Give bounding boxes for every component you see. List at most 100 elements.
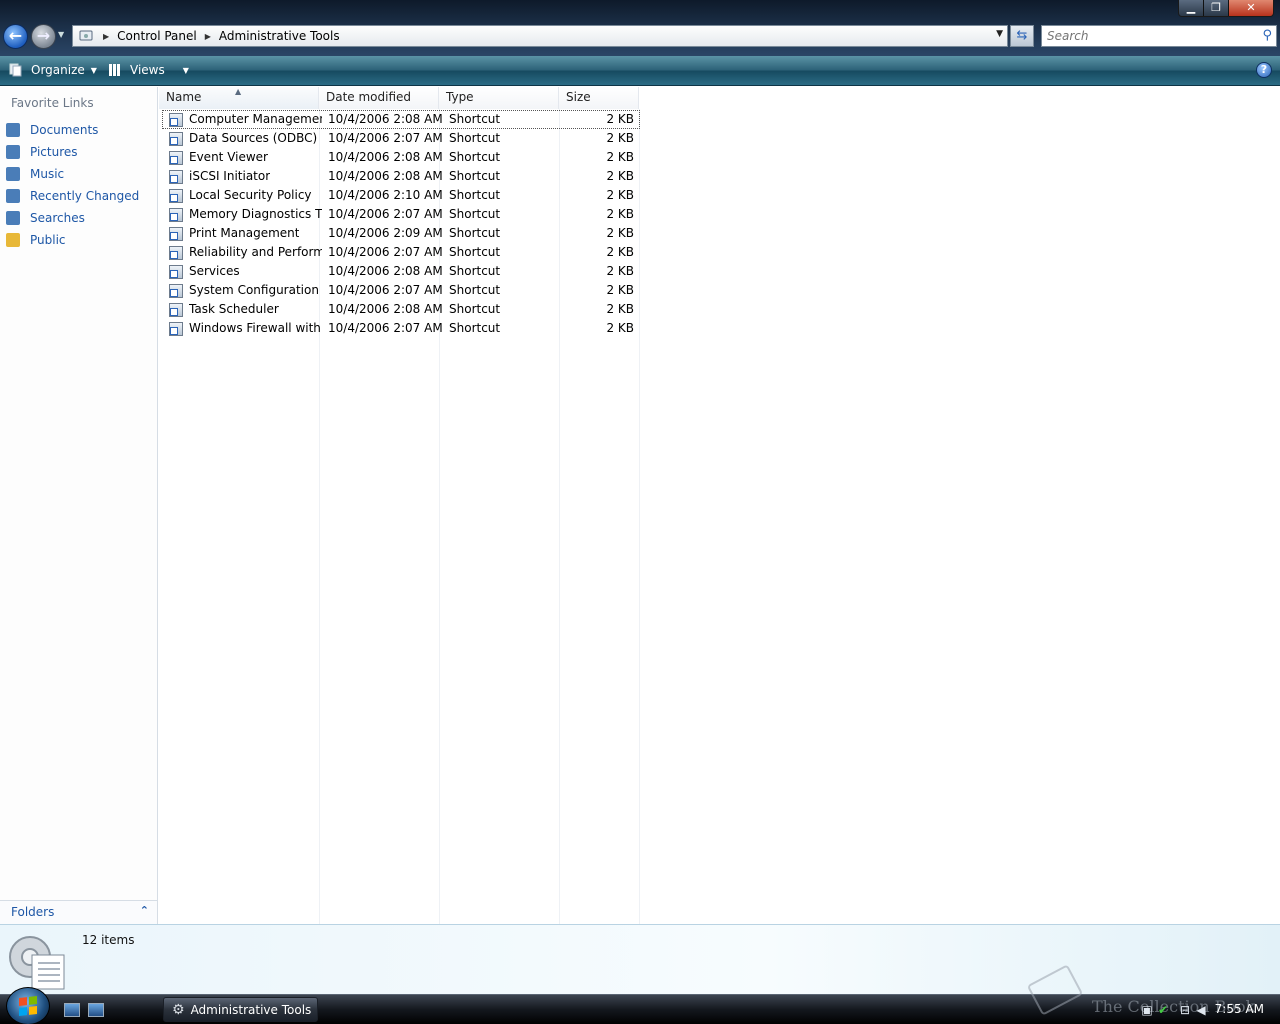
breadcrumb-administrative-tools[interactable]: Administrative Tools (219, 29, 340, 43)
file-size: 2 KB (606, 131, 634, 145)
file-date: 10/4/2006 2:07 AM (328, 283, 442, 297)
file-size: 2 KB (606, 226, 634, 240)
file-name-cell: iSCSI Initiator (162, 167, 322, 186)
file-name-cell: Print Management (162, 224, 322, 243)
favorite-links-list: Documents Pictures Music Recently Change… (6, 119, 156, 251)
file-list: Name ▲ Date modified Type Size Computer … (159, 87, 1280, 924)
favorite-links-title: Favorite Links (11, 96, 94, 110)
sidebar-item-recently-changed[interactable]: Recently Changed (6, 185, 156, 207)
shortcut-icon (169, 245, 183, 260)
table-row[interactable]: System Configuration 10/4/2006 2:07 AM Sho… (162, 281, 640, 300)
table-row[interactable]: Memory Diagnostics T... 10/4/2006 2:07 AM… (162, 205, 640, 224)
file-date: 10/4/2006 2:07 AM (328, 207, 442, 221)
file-date: 10/4/2006 2:08 AM (328, 150, 442, 164)
shortcut-icon (169, 150, 183, 165)
file-type: Shortcut (449, 131, 501, 145)
sidebar-item-searches[interactable]: Searches (6, 207, 156, 229)
folders-toggle[interactable]: Folders ⌃ (0, 900, 157, 924)
table-row[interactable]: iSCSI Initiator 10/4/2006 2:08 AM Shortcut… (162, 167, 640, 186)
maximize-button[interactable]: ❐ (1204, 0, 1229, 16)
file-size: 2 KB (606, 150, 634, 164)
table-row[interactable]: Local Security Policy 10/4/2006 2:10 AM Sh… (162, 186, 640, 205)
breadcrumb-control-panel[interactable]: Control Panel (117, 29, 197, 43)
table-row[interactable]: Task Scheduler 10/4/2006 2:08 AM Shortcut 2… (162, 300, 640, 319)
minimize-button[interactable]: ▁ (1179, 0, 1204, 16)
address-dropdown-icon[interactable]: ▼ (996, 29, 1003, 39)
close-button[interactable]: ✕ (1229, 0, 1273, 16)
file-type: Shortcut (449, 321, 501, 335)
sort-ascending-icon: ▲ (235, 87, 242, 96)
column-header-name[interactable]: Name ▲ (159, 87, 319, 109)
back-button[interactable]: ← (3, 24, 28, 49)
help-button[interactable]: ? (1256, 62, 1272, 78)
file-name: Memory Diagnostics T... (189, 207, 322, 221)
file-name-cell: Event Viewer (162, 148, 322, 167)
file-size: 2 KB (606, 264, 634, 278)
control-panel-icon (73, 26, 99, 46)
show-desktop-icon[interactable] (64, 1003, 80, 1017)
table-row[interactable]: Services 10/4/2006 2:08 AM Shortcut 2 KB (162, 262, 640, 281)
table-row[interactable]: Event Viewer 10/4/2006 2:08 AM Shortcut 2 K… (162, 148, 640, 167)
file-date: 10/4/2006 2:08 AM (328, 264, 442, 278)
column-header-type[interactable]: Type (439, 87, 559, 109)
file-rows: Computer Management 10/4/2006 2:08 AM Shor… (159, 110, 640, 338)
file-size: 2 KB (606, 188, 634, 202)
file-name: Computer Management (189, 112, 322, 126)
sidebar-item-music[interactable]: Music (6, 163, 156, 185)
file-date: 10/4/2006 2:08 AM (328, 169, 442, 183)
public-folder-icon (6, 233, 20, 247)
address-bar[interactable]: ▶ Control Panel ▶ Administrative Tools ▼ (72, 25, 1008, 47)
shortcut-icon (169, 264, 183, 279)
views-button[interactable]: Views ▼ (108, 63, 189, 77)
command-bar: Organize ▼ Views ▼ ? (0, 56, 1280, 86)
breadcrumb-separator-icon[interactable]: ▶ (205, 32, 211, 41)
file-date: 10/4/2006 2:07 AM (328, 245, 442, 259)
administrative-tools-icon (4, 931, 66, 991)
organize-button[interactable]: Organize ▼ (9, 63, 97, 77)
column-headers: Name ▲ Date modified Type Size (159, 87, 639, 109)
refresh-icon: ⇆ (1016, 28, 1028, 43)
pictures-icon (6, 145, 20, 159)
sidebar-item-documents[interactable]: Documents (6, 119, 156, 141)
taskbar-button-administrative-tools[interactable]: ⚙ Administrative Tools (163, 997, 318, 1022)
table-row[interactable]: Print Management 10/4/2006 2:09 AM Shortcu… (162, 224, 640, 243)
column-header-size[interactable]: Size (559, 87, 639, 109)
file-type: Shortcut (449, 188, 501, 202)
file-name: Event Viewer (189, 150, 268, 164)
navigation-pane: Favorite Links Documents Pictures Music … (0, 87, 158, 924)
file-name: Task Scheduler (189, 302, 279, 316)
breadcrumb-separator-icon[interactable]: ▶ (103, 32, 109, 41)
sidebar-item-public[interactable]: Public (6, 229, 156, 251)
sidebar-item-label: Pictures (30, 145, 78, 159)
security-shield-icon[interactable]: ✔ (1156, 1003, 1170, 1017)
sidebar-item-pictures[interactable]: Pictures (6, 141, 156, 163)
language-bar-icon[interactable]: ▣ (1140, 1003, 1154, 1017)
column-header-label: Type (446, 90, 474, 104)
table-row[interactable]: Windows Firewall with ... 10/4/2006 2:07 … (162, 319, 640, 338)
clock[interactable]: 7:55 AM (1215, 1002, 1264, 1016)
shortcut-icon (169, 207, 183, 222)
sidebar-item-label: Public (30, 233, 66, 247)
search-icon[interactable]: ⚲ (1262, 28, 1272, 43)
chevron-up-icon[interactable]: ⌃ (140, 904, 149, 917)
file-name-cell: Services (162, 262, 322, 281)
shortcut-icon (169, 302, 183, 317)
volume-icon[interactable]: ◀ (1194, 1003, 1208, 1017)
table-row[interactable]: Reliability and Perform... 10/4/2006 2:07… (162, 243, 640, 262)
table-row[interactable]: Computer Management 10/4/2006 2:08 AM Shor… (162, 110, 640, 129)
table-row[interactable]: Data Sources (ODBC) 10/4/2006 2:07 AM Shor… (162, 129, 640, 148)
recent-pages-dropdown-icon[interactable]: ▼ (58, 30, 64, 39)
switch-windows-icon[interactable] (88, 1003, 104, 1017)
file-type: Shortcut (449, 150, 501, 164)
window-controls: ▁ ❐ ✕ (1178, 0, 1274, 17)
refresh-button[interactable]: ⇆ (1010, 25, 1034, 47)
search-box[interactable]: ⚲ (1041, 25, 1277, 47)
start-button[interactable] (6, 987, 50, 1024)
file-name: iSCSI Initiator (189, 169, 271, 183)
chevron-down-icon[interactable]: ▼ (183, 66, 189, 75)
network-icon[interactable]: ⊟ (1178, 1003, 1192, 1017)
forward-button[interactable]: → (31, 24, 56, 49)
file-name-cell: Reliability and Perform... (162, 243, 322, 262)
column-header-date-modified[interactable]: Date modified (319, 87, 439, 109)
search-input[interactable] (1042, 26, 1242, 46)
